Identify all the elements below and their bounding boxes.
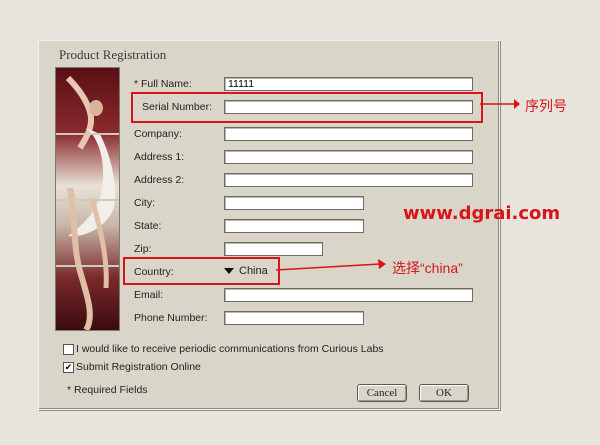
communications-label: I would like to receive periodic communi… xyxy=(76,343,384,355)
country-highlight-box xyxy=(123,257,280,285)
dialog-title: Product Registration xyxy=(59,47,167,62)
company-label: Company: xyxy=(134,128,182,140)
serial-annotation: 序列号 xyxy=(525,98,567,114)
ok-button[interactable]: OK xyxy=(419,384,469,402)
submit-online-label: Submit Registration Online xyxy=(76,361,201,373)
country-arrow-icon xyxy=(276,259,386,271)
required-fields-note: * Required Fields xyxy=(67,384,148,396)
serial-arrow-icon xyxy=(480,99,520,109)
photo-divider xyxy=(56,199,119,201)
email-label: Email: xyxy=(134,289,164,301)
cancel-button[interactable]: Cancel xyxy=(357,384,407,402)
country-annotation: 选择“china” xyxy=(392,260,463,276)
state-input[interactable] xyxy=(224,219,364,233)
communications-checkbox[interactable] xyxy=(63,344,74,355)
full-name-label: * Full Name: xyxy=(134,78,192,90)
city-label: City: xyxy=(134,197,155,209)
dancer-image xyxy=(55,67,120,331)
phone-label: Phone Number: xyxy=(134,312,208,324)
serial-highlight-box xyxy=(131,92,483,123)
photo-divider xyxy=(56,265,119,267)
address2-label: Address 2: xyxy=(134,174,185,186)
state-label: State: xyxy=(134,220,162,232)
address2-input[interactable] xyxy=(224,173,473,187)
watermark: www.dgrai.com xyxy=(403,203,561,224)
zip-input[interactable] xyxy=(224,242,323,256)
zip-label: Zip: xyxy=(134,243,152,255)
company-input[interactable] xyxy=(224,127,473,141)
city-input[interactable] xyxy=(224,196,364,210)
photo-divider xyxy=(56,133,119,135)
address1-label: Address 1: xyxy=(134,151,185,163)
full-name-input[interactable] xyxy=(224,77,473,91)
submit-online-checkbox[interactable]: ✔ xyxy=(63,362,74,373)
phone-input[interactable] xyxy=(224,311,364,325)
address1-input[interactable] xyxy=(224,150,473,164)
email-input[interactable] xyxy=(224,288,473,302)
